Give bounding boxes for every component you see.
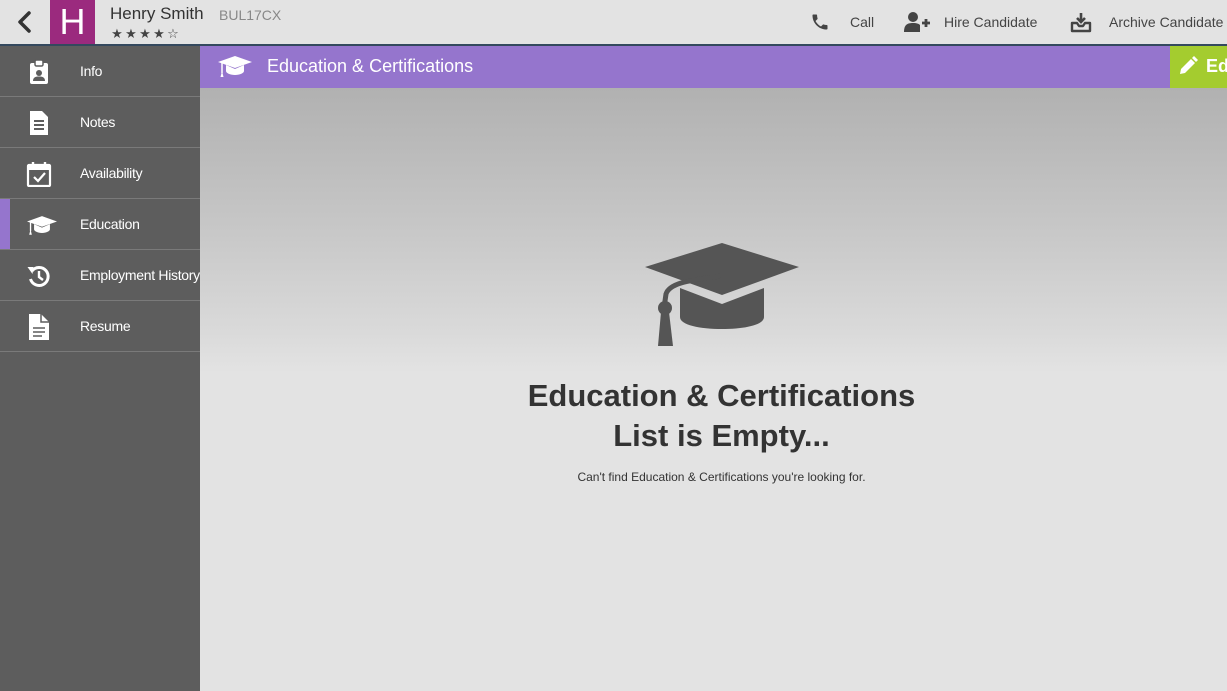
section-title: Education & Certifications [267, 56, 474, 76]
document-icon [24, 109, 54, 137]
archive-candidate-button[interactable]: Archive Candidate [1070, 0, 1223, 44]
star-filled-icon[interactable]: ★ [124, 26, 138, 42]
star-filled-icon[interactable]: ★ [138, 26, 152, 42]
call-label: Call [850, 14, 875, 30]
sidebar-item-education[interactable]: Education [0, 199, 200, 250]
candidate-code: BUL17CX [219, 7, 282, 23]
sidebar-item-label: Notes [80, 114, 116, 130]
empty-title-line-2: List is Empty... [613, 418, 830, 453]
pencil-icon [1180, 56, 1198, 74]
star-filled-icon[interactable]: ★ [110, 26, 124, 42]
graduation-cap-icon [645, 243, 799, 346]
sidebar-item-label: Employment History [80, 267, 200, 283]
sidebar-item-info[interactable]: Info [0, 46, 200, 97]
graduation-cap-icon [27, 211, 57, 239]
phone-icon [812, 14, 828, 30]
calendar-check-icon [24, 160, 54, 188]
sidebar-item-label: Availability [80, 165, 143, 181]
section-header: Education & Certifications Ed [200, 46, 1227, 88]
call-button[interactable]: Call [810, 0, 874, 44]
add-user-icon [904, 12, 930, 32]
star-empty-icon[interactable]: ☆ [166, 26, 180, 42]
sidebar-item-availability[interactable]: Availability [0, 148, 200, 199]
edit-button[interactable]: Ed [1170, 46, 1227, 88]
chevron-left-icon [18, 11, 31, 33]
education-content: Education & Certifications List is Empty… [200, 88, 1227, 691]
sidebar-item-notes[interactable]: Notes [0, 97, 200, 148]
empty-title-line-1: Education & Certifications [527, 378, 916, 413]
archive-candidate-label: Archive Candidate [1109, 14, 1224, 30]
hire-candidate-label: Hire Candidate [944, 14, 1038, 30]
edit-label: Ed [1206, 56, 1227, 76]
avatar: H [50, 0, 95, 44]
top-bar: H Henry Smith BUL17CX ★ ★ ★ ★ ☆ Call Hire Ca… [0, 0, 1227, 46]
sidebar: Info Notes Availability Education Employ… [0, 46, 200, 691]
hire-candidate-button[interactable]: Hire Candidate [903, 0, 1037, 44]
back-button[interactable] [0, 0, 48, 44]
sidebar-item-label: Education [80, 216, 140, 232]
history-icon [24, 262, 54, 290]
sidebar-item-label: Info [80, 63, 103, 79]
star-rating[interactable]: ★ ★ ★ ★ ☆ [110, 26, 180, 42]
empty-state-subtitle: Can't find Education & Certifications yo… [577, 470, 866, 484]
empty-state-title: Education & Certifications List is Empty… [200, 376, 1227, 456]
sidebar-item-resume[interactable]: Resume [0, 301, 200, 352]
star-filled-icon[interactable]: ★ [152, 26, 166, 42]
sidebar-item-label: Resume [80, 318, 131, 334]
file-text-icon [24, 313, 54, 341]
graduation-cap-icon [218, 54, 252, 83]
archive-tray-icon [1070, 13, 1092, 33]
sidebar-item-employment-history[interactable]: Employment History [0, 250, 200, 301]
clipboard-icon [24, 58, 54, 86]
candidate-name: Henry Smith [110, 4, 204, 23]
active-indicator [0, 199, 10, 249]
